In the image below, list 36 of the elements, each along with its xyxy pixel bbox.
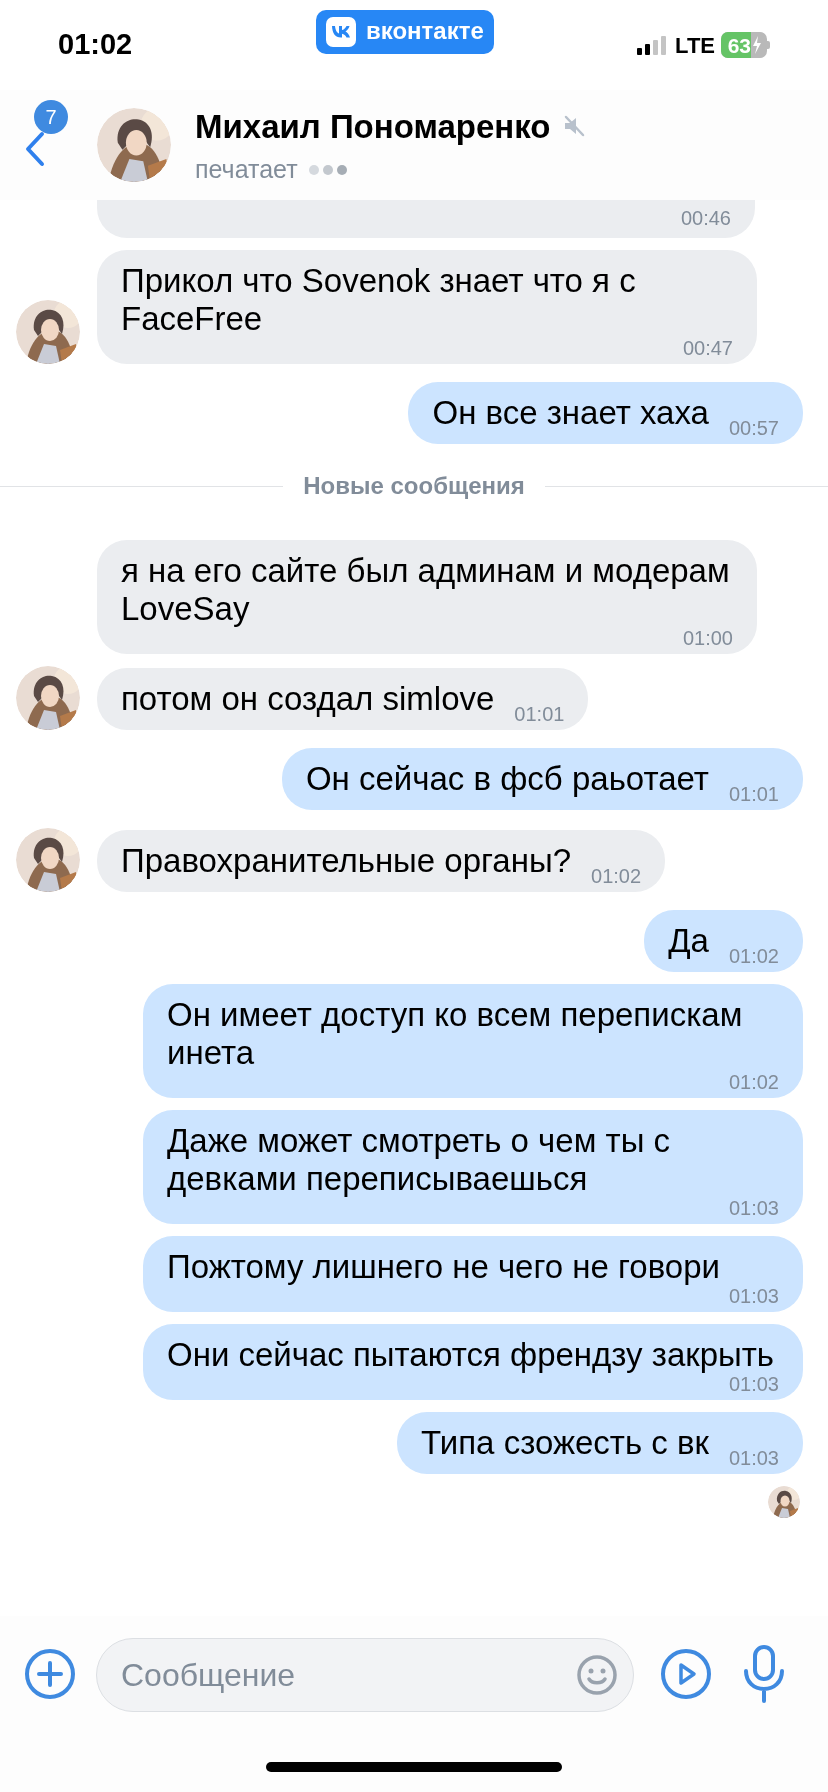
message-text: Да bbox=[668, 922, 709, 960]
message-time: 01:03 bbox=[728, 1448, 779, 1468]
message-time: 00:46 bbox=[680, 208, 731, 228]
message-text: Пожтому лишнего не чего не говори bbox=[167, 1248, 720, 1286]
contact-name: Михаил Пономаренко bbox=[195, 106, 551, 147]
network-label: LTE bbox=[675, 31, 715, 60]
message-text: Он имеет доступ ко всем перепискам инета bbox=[167, 996, 744, 1072]
unread-badge: 7 bbox=[34, 100, 68, 134]
back-button[interactable]: 7 bbox=[20, 100, 80, 180]
message-time: 01:03 bbox=[728, 1374, 779, 1394]
message-time: 01:02 bbox=[728, 1072, 779, 1092]
message-text: Он все знает хаха bbox=[432, 394, 709, 432]
message-text: Даже может смотреть о чем ты с девками переписываешься bbox=[167, 1122, 672, 1198]
message-text: Он сейчас в фсб раьотает bbox=[305, 760, 709, 798]
message-time: 01:00 bbox=[682, 628, 733, 648]
message-time: 00:47 bbox=[682, 338, 733, 358]
status-time: 01:02 bbox=[58, 27, 133, 63]
battery-indicator: 63 bbox=[721, 32, 770, 58]
message-time: 01:01 bbox=[728, 784, 779, 804]
typing-status: печатает bbox=[195, 154, 298, 185]
message-text: Правохранительные органы? bbox=[121, 842, 571, 880]
message-time: 01:02 bbox=[591, 866, 642, 886]
message-time: 01:02 bbox=[728, 946, 779, 966]
app-badge[interactable]: вконтакте bbox=[316, 10, 494, 54]
message-input[interactable]: Сообщение bbox=[96, 1638, 634, 1712]
message-time: 01:01 bbox=[514, 704, 565, 724]
message-time: 01:03 bbox=[728, 1198, 779, 1218]
app-badge-label: вконтакте bbox=[366, 18, 484, 46]
message-time: 00:57 bbox=[728, 418, 779, 438]
message-text: Они сейчас пытаются френдзу закрыть bbox=[167, 1336, 775, 1374]
message-text: Прикол что Sovenok знает что я с FaceFree bbox=[121, 262, 637, 338]
message-text: Типа сзожесть с вк bbox=[421, 1424, 709, 1462]
message-time: 01:03 bbox=[728, 1286, 779, 1306]
message-text: я на его сайте был админам и модерам LoveSay bbox=[121, 552, 731, 628]
divider-label: Новые сообщения bbox=[303, 471, 525, 501]
message-text: потом он создал simlove bbox=[121, 680, 495, 718]
